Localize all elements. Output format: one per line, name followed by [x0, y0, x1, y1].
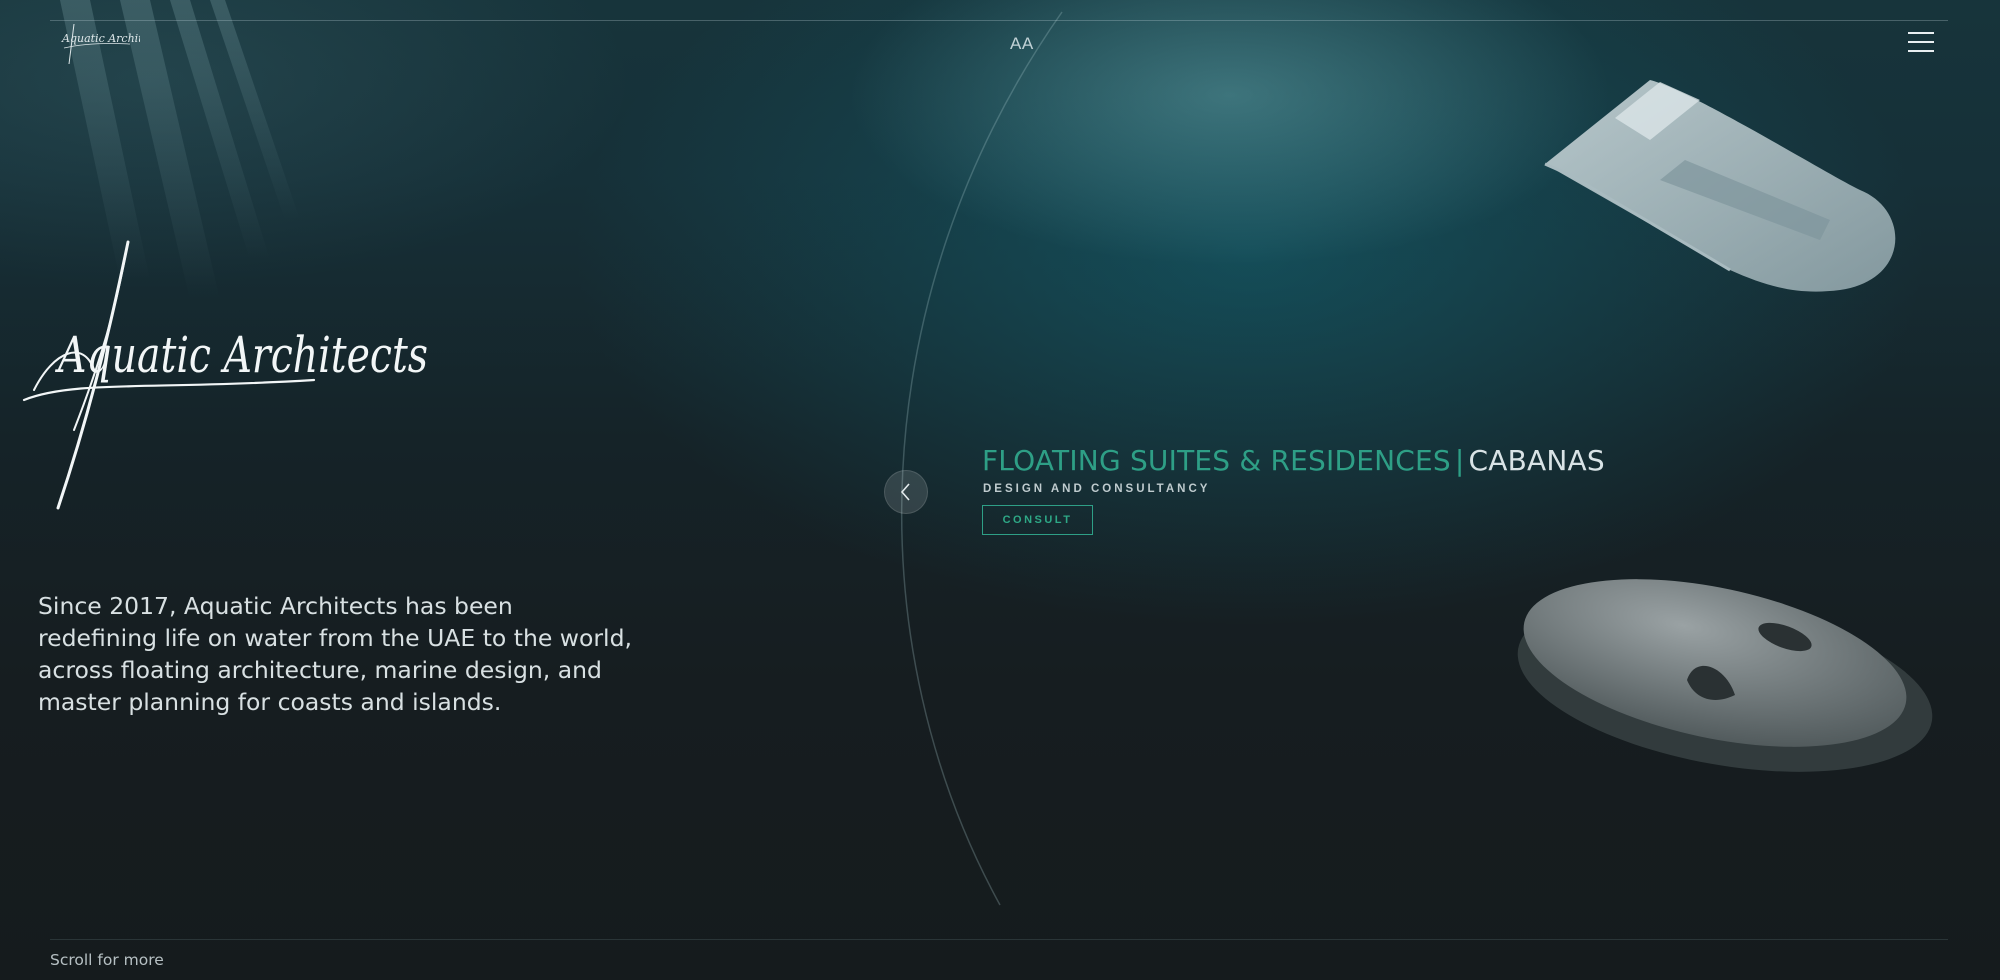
top-divider — [50, 20, 1948, 21]
consult-button[interactable]: CONSULT — [982, 505, 1093, 535]
scroll-hint[interactable]: Scroll for more — [50, 951, 164, 969]
floating-pod-model — [1517, 579, 1933, 772]
intro-paragraph: Since 2017, Aquatic Architects has been … — [38, 592, 632, 716]
hamburger-menu-icon[interactable] — [1908, 32, 1938, 54]
slide-title: FLOATING SUITES & RESIDENCES | CABANAS — [982, 444, 1605, 477]
monogram-link[interactable]: AA — [1010, 34, 1034, 54]
bottom-divider — [50, 939, 1948, 940]
slide-title-primary[interactable]: FLOATING SUITES & RESIDENCES — [982, 444, 1451, 477]
header-logo[interactable]: Aquatic Architects — [60, 20, 140, 68]
chevron-left-icon — [900, 483, 910, 501]
title-separator: | — [1454, 444, 1465, 477]
slide-title-secondary[interactable]: CABANAS — [1469, 444, 1605, 477]
floating-cabana-model — [1544, 80, 1896, 292]
hero-logo: Aquatic Architects — [22, 240, 428, 510]
slide-subtitle: DESIGN AND CONSULTANCY — [983, 483, 1211, 495]
hero-logo-text: Aquatic Architects — [55, 326, 428, 384]
slider-prev-button[interactable] — [884, 470, 928, 514]
